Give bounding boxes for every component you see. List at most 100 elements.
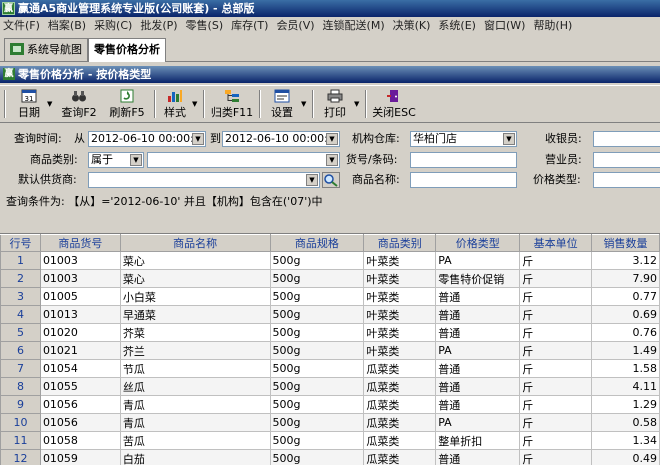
print-button[interactable]: 打印 (318, 87, 352, 120)
settings-label: 设置 (265, 104, 299, 120)
close-button[interactable]: 关闭ESC (370, 87, 418, 120)
column-header[interactable]: 商品货号 (40, 235, 120, 252)
supplier-field[interactable]: ▼ (88, 172, 320, 188)
menu-item[interactable]: 连锁配送(M) (320, 17, 388, 34)
date-dropdown-caret[interactable]: ▼ (47, 100, 52, 108)
supplier-dropdown-icon[interactable]: ▼ (306, 174, 318, 186)
table-cell: 普通 (436, 450, 520, 465)
table-cell: 瓜菜类 (364, 414, 436, 432)
table-row[interactable]: 101003菜心500g叶菜类PA斤3.12 (1, 252, 660, 270)
from-date-field[interactable]: 2012-06-10 00:00:0▼ (88, 131, 206, 147)
menu-item[interactable]: 采购(C) (91, 17, 135, 34)
date-button[interactable]: 31 日期 (12, 87, 46, 120)
table-row[interactable]: 401013早通菜500g叶菜类普通斤0.69 (1, 306, 660, 324)
date-label: 日期 (12, 104, 46, 120)
table-row[interactable]: 601021芥兰500g叶菜类PA斤1.49 (1, 342, 660, 360)
table-cell: 菜心 (120, 252, 270, 270)
settings-dropdown-caret[interactable]: ▼ (301, 100, 306, 108)
column-header[interactable]: 商品规格 (270, 235, 364, 252)
menu-item[interactable]: 档案(B) (45, 17, 89, 34)
module-title-bar: 赢零售价格分析 - 按价格类型 (0, 66, 660, 83)
warehouse-field[interactable]: 华柏门店▼ (410, 131, 517, 147)
cashier-field[interactable] (593, 131, 660, 147)
style-button[interactable]: 样式 (158, 87, 192, 120)
menu-item[interactable]: 帮助(H) (530, 17, 575, 34)
tab-retail-price-analysis[interactable]: 零售价格分析 (88, 38, 166, 62)
column-header[interactable]: 价格类型 (436, 235, 520, 252)
table-cell: 芥兰 (120, 342, 270, 360)
table-cell: 01056 (40, 396, 120, 414)
refresh-button[interactable]: 刷新F5 (104, 87, 150, 120)
table-cell: 斤 (520, 432, 592, 450)
table-row[interactable]: 501020芥菜500g叶菜类普通斤0.76 (1, 324, 660, 342)
print-dropdown-caret[interactable]: ▼ (354, 100, 359, 108)
category-button[interactable]: 归类F11 (209, 87, 255, 120)
category-dropdown-icon[interactable]: ▼ (326, 154, 338, 166)
category-mode-select[interactable]: 属于▼ (88, 152, 144, 168)
category-tree-icon (224, 89, 240, 103)
table-cell: 叶菜类 (364, 342, 436, 360)
column-header[interactable]: 基本单位 (520, 235, 592, 252)
table-cell: 瓜菜类 (364, 360, 436, 378)
table-cell: 1.58 (592, 360, 660, 378)
salesperson-field[interactable] (593, 152, 660, 168)
barcode-label: 货号/条码: (346, 152, 397, 168)
table-row[interactable]: 801055丝瓜500g瓜菜类普通斤4.11 (1, 378, 660, 396)
menu-item[interactable]: 会员(V) (273, 17, 317, 34)
table-cell: 斤 (520, 450, 592, 465)
to-date-field[interactable]: 2012-06-10 00:00:0▼ (222, 131, 340, 147)
table-cell: 0.69 (592, 306, 660, 324)
table-row[interactable]: 1001056青瓜500g瓜菜类PA斤0.58 (1, 414, 660, 432)
table-row[interactable]: 901056青瓜500g瓜菜类普通斤1.29 (1, 396, 660, 414)
query-time-label: 查询时间: (14, 131, 62, 147)
from-date-dropdown-icon[interactable]: ▼ (192, 133, 204, 145)
settings-button[interactable]: 设置 (265, 87, 299, 120)
warehouse-dropdown-icon[interactable]: ▼ (503, 133, 515, 145)
menu-item[interactable]: 系统(E) (435, 17, 479, 34)
column-header[interactable]: 销售数量 (592, 235, 660, 252)
table-row[interactable]: 1101058苦瓜500g瓜菜类整单折扣斤1.34 (1, 432, 660, 450)
to-date-value: 2012-06-10 00:00:0 (225, 132, 335, 145)
table-cell: 斤 (520, 324, 592, 342)
toolbar-separator (259, 90, 261, 118)
table-cell: 普通 (436, 360, 520, 378)
column-header[interactable]: 商品类别 (364, 235, 436, 252)
table-row[interactable]: 301005小白菜500g叶菜类普通斤0.77 (1, 288, 660, 306)
column-header[interactable]: 行号 (1, 235, 41, 252)
price-type-label: 价格类型: (533, 172, 581, 188)
table-cell: 斤 (520, 414, 592, 432)
table-cell: 500g (270, 270, 364, 288)
table-cell: PA (436, 342, 520, 360)
toolbar-separator (312, 90, 314, 118)
table-row[interactable]: 1201059白茄500g瓜菜类普通斤0.49 (1, 450, 660, 465)
table-cell: 小白菜 (120, 288, 270, 306)
supplier-search-button[interactable] (322, 172, 340, 188)
to-date-dropdown-icon[interactable]: ▼ (326, 133, 338, 145)
table-cell: 普通 (436, 324, 520, 342)
price-type-field[interactable] (593, 172, 660, 188)
tab-label: 系统导航图 (27, 43, 82, 56)
document-tabs: 系统导航图 零售价格分析 (0, 35, 660, 62)
category-mode-dropdown-icon[interactable]: ▼ (130, 154, 142, 166)
table-cell: 青瓜 (120, 396, 270, 414)
menu-item[interactable]: 批发(P) (137, 17, 180, 34)
category-field[interactable]: ▼ (147, 152, 340, 168)
query-button[interactable]: 查询F2 (57, 87, 101, 120)
table-cell: 芥菜 (120, 324, 270, 342)
barcode-input[interactable] (410, 152, 517, 168)
salesperson-label: 营业员: (545, 152, 582, 168)
menu-item[interactable]: 零售(S) (183, 17, 227, 34)
product-name-input[interactable] (410, 172, 517, 188)
tab-system-navigation[interactable]: 系统导航图 (4, 38, 88, 61)
style-dropdown-caret[interactable]: ▼ (192, 100, 197, 108)
module-title: 零售价格分析 - 按价格类型 (18, 68, 151, 81)
table-row[interactable]: 201003菜心500g叶菜类零售特价促销斤7.90 (1, 270, 660, 288)
column-header[interactable]: 商品名称 (120, 235, 270, 252)
table-cell: 500g (270, 378, 364, 396)
menu-item[interactable]: 库存(T) (228, 17, 271, 34)
menu-item[interactable]: 决策(K) (390, 17, 434, 34)
table-row[interactable]: 701054节瓜500g瓜菜类普通斤1.58 (1, 360, 660, 378)
menu-item[interactable]: 文件(F) (0, 17, 43, 34)
menu-item[interactable]: 窗口(W) (481, 17, 528, 34)
table-cell: 瓜菜类 (364, 396, 436, 414)
